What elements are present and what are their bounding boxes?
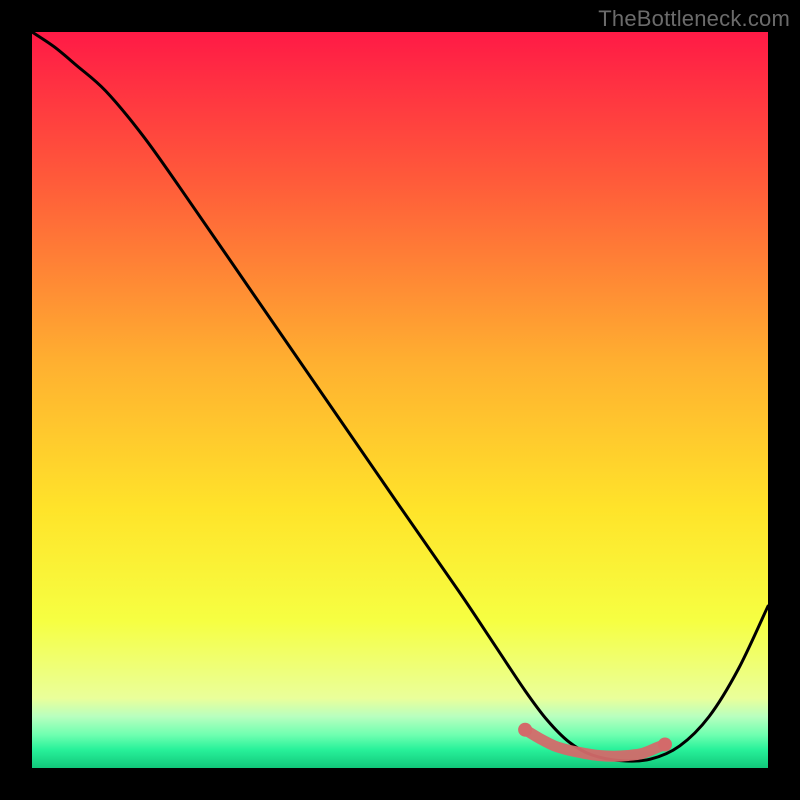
optimal-range-start-dot bbox=[518, 723, 532, 737]
chart-frame: TheBottleneck.com bbox=[0, 0, 800, 800]
watermark-text: TheBottleneck.com bbox=[598, 6, 790, 32]
chart-svg bbox=[32, 32, 768, 768]
plot-area bbox=[32, 32, 768, 768]
gradient-background bbox=[32, 32, 768, 768]
optimal-range-end-dot bbox=[658, 737, 672, 751]
